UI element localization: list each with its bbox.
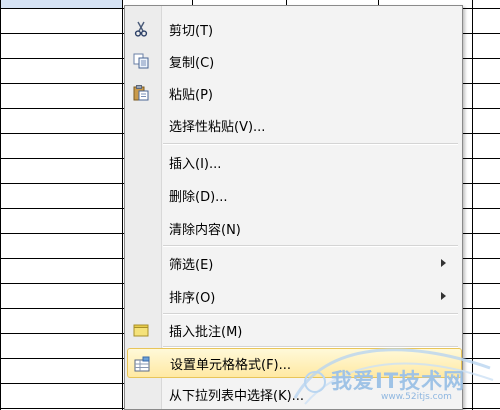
menu-item-paste[interactable]: 粘贴(P) xyxy=(127,78,460,108)
menu-item-cut[interactable]: 剪切(T) xyxy=(127,14,460,44)
menu-item-label: 筛选(E) xyxy=(169,257,214,273)
menu-item-label: 复制(C) xyxy=(169,55,215,71)
menu-item-label: 剪切(T) xyxy=(169,23,214,39)
submenu-arrow-icon xyxy=(441,259,446,267)
menu-item-label: 插入批注(M) xyxy=(169,324,243,340)
grid-column-line xyxy=(0,0,1,410)
grid-column-line xyxy=(122,0,123,410)
menu-separator xyxy=(163,245,458,247)
menu-item-copy[interactable]: 复制(C) xyxy=(127,46,460,76)
comment-icon xyxy=(133,322,149,338)
menu-item-clear-contents[interactable]: 清除内容(N) xyxy=(127,213,460,243)
menu-separator xyxy=(163,143,458,145)
menu-item-filter[interactable]: 筛选(E) xyxy=(127,248,460,278)
menu-item-delete[interactable]: 删除(D)... xyxy=(127,180,460,210)
copy-icon xyxy=(133,53,149,69)
site-watermark: 我爱IT技术网 www.52itjs.com xyxy=(285,338,497,410)
menu-item-label: 清除内容(N) xyxy=(169,222,241,238)
format-cells-icon xyxy=(134,356,150,372)
menu-item-sort[interactable]: 排序(O) xyxy=(127,281,460,311)
menu-item-insert[interactable]: 插入(I)... xyxy=(127,147,460,177)
watermark-url: www.52itjs.com xyxy=(381,392,452,402)
menu-item-label: 插入(I)... xyxy=(169,156,222,172)
menu-item-label: 排序(O) xyxy=(169,290,216,306)
selected-cell[interactable] xyxy=(0,0,122,8)
menu-item-label: 从下拉列表中选择(K)... xyxy=(169,388,305,404)
submenu-arrow-icon xyxy=(441,292,446,300)
menu-item-paste-special[interactable]: 选择性粘贴(V)... xyxy=(127,110,460,140)
watermark-text: 我爱IT技术网 xyxy=(331,369,466,393)
menu-item-label: 粘贴(P) xyxy=(169,87,213,103)
menu-item-label: 设置单元格格式(F)... xyxy=(170,357,292,373)
menu-item-label: 删除(D)... xyxy=(169,189,228,205)
menu-item-label: 选择性粘贴(V)... xyxy=(169,119,266,135)
scissors-icon xyxy=(133,21,149,37)
paste-icon xyxy=(133,85,149,101)
